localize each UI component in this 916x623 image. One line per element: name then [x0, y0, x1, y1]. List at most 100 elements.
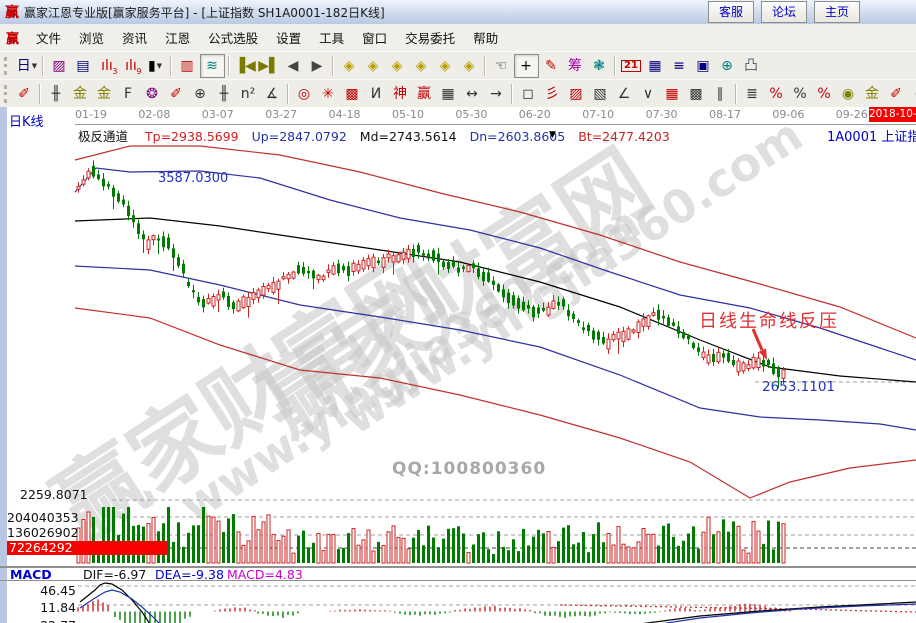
measure-brush-icon[interactable]: ✐ [165, 83, 188, 105]
diamond-h-compress-icon[interactable]: ◈ [410, 55, 433, 77]
menu-item-浏览[interactable]: 浏览 [70, 25, 113, 50]
toolbar-group: ◻彡▨▧∠∨▦▩∥ [516, 83, 732, 105]
golden-price-icon[interactable]: 金 [93, 83, 116, 105]
toolbar-separator [287, 84, 289, 104]
macd-axis-label-3: -22.77 [34, 618, 76, 623]
mirror-angle-icon[interactable]: ∡ [261, 83, 284, 105]
ying-tool-icon[interactable]: 赢 [413, 83, 436, 105]
draw-pin-icon[interactable]: ✎ [540, 55, 563, 77]
memo-icon[interactable]: ≡ [668, 55, 691, 77]
prev-page-icon[interactable]: ◀ [282, 55, 305, 77]
period-day-icon[interactable]: 日▼ [16, 55, 39, 77]
gann-square9-icon[interactable]: ▩ [341, 83, 364, 105]
grid-fine-dark-icon[interactable]: ▩ [685, 83, 708, 105]
diamond-expand-icon[interactable]: ◈ [458, 55, 481, 77]
gann-target-icon[interactable]: ◎ [293, 83, 316, 105]
color-trend-icon[interactable]: ≋ [200, 54, 225, 78]
wave-icon[interactable]: ∿ [909, 83, 916, 105]
online-data-icon[interactable]: ⊕ [716, 55, 739, 77]
menu-item-窗口[interactable]: 窗口 [353, 25, 396, 50]
calendar-icon[interactable]: 21 [620, 55, 643, 77]
diamond-left-icon[interactable]: ◈ [338, 55, 361, 77]
menu-item-文件[interactable]: 文件 [27, 25, 70, 50]
date-tick-05-10: 05-10 [392, 108, 424, 121]
menu-item-设置[interactable]: 设置 [267, 25, 310, 50]
save-icon[interactable]: ▣ [692, 55, 715, 77]
first-page-icon[interactable]: ▐◀ [234, 55, 257, 77]
ladder-stats-icon[interactable]: ≣ [741, 83, 764, 105]
date-tick-02-08: 02-08 [138, 108, 170, 121]
fan-lines-icon[interactable]: 彡 [541, 83, 564, 105]
toolbar-group: ▐◀▶▌◀▶ [233, 55, 329, 77]
hand-pan-icon[interactable]: ☜ [490, 55, 513, 77]
bars-9-icon[interactable]: ılı9 [120, 55, 143, 77]
percent-icon[interactable]: % [789, 83, 812, 105]
chip-distribution-icon[interactable]: 筹 [564, 55, 587, 77]
n-square-icon[interactable]: n² [237, 83, 260, 105]
candle-style-icon[interactable]: ▮▼ [144, 55, 167, 77]
customer-service-button[interactable]: 客服 [708, 1, 754, 23]
bars-3-icon[interactable]: ılı3 [96, 55, 119, 77]
spiral-icon[interactable]: ❂ [141, 83, 164, 105]
grid-123-icon[interactable]: ▦ [437, 83, 460, 105]
h-span-icon[interactable]: ↔ [461, 83, 484, 105]
percent-line-icon[interactable]: % [813, 83, 836, 105]
last-page-icon[interactable]: ▶▌ [258, 55, 281, 77]
toolbar-group: ◈◈◈◈◈◈ [337, 55, 481, 77]
time-cycle-icon[interactable]: ⊕ [189, 83, 212, 105]
print-icon[interactable]: 凸 [740, 55, 763, 77]
box-adjust-icon[interactable]: ◻ [517, 83, 540, 105]
draw-pencil-icon[interactable]: ✐ [13, 83, 36, 105]
tick-ruler-icon[interactable]: ╫ [213, 83, 236, 105]
shen-tool-icon[interactable]: 神 [389, 83, 412, 105]
similar-kline-icon[interactable]: ❃ [588, 55, 611, 77]
date-tick-09-26: 09-26 [836, 108, 868, 121]
toolbar-separator [511, 84, 513, 104]
menu-item-江恩[interactable]: 江恩 [156, 25, 199, 50]
menu-item-资讯[interactable]: 资讯 [113, 25, 156, 50]
gann-wheel-icon[interactable]: ✳ [317, 83, 340, 105]
main-toolbar: 日▼▨▤ılı3ılı9▮▼▥≋▐◀▶▌◀▶◈◈◈◈◈◈☜+✎筹❃21▦≡▣⊕凸 [0, 51, 916, 81]
mark-flag-icon[interactable]: ✐ [885, 83, 908, 105]
toolbar-separator [39, 84, 41, 104]
grid-fine-red-icon[interactable]: ▦ [661, 83, 684, 105]
parallel-lines-icon[interactable]: ∥ [709, 83, 732, 105]
snap-right-icon[interactable]: → [485, 83, 508, 105]
fibonacci-f-icon[interactable]: F [117, 83, 140, 105]
golden-split-icon[interactable]: 金 [69, 83, 92, 105]
date-tick-01-19: 01-19 [75, 108, 107, 121]
menu-item-工具[interactable]: 工具 [310, 25, 353, 50]
macd-title[interactable]: MACD [10, 567, 52, 582]
current-volume-badge: 72264292 [7, 541, 168, 555]
next-page-icon[interactable]: ▶ [306, 55, 329, 77]
diamond-compress-icon[interactable]: ◈ [434, 55, 457, 77]
kline-mark-icon[interactable]: И [365, 83, 388, 105]
price-scale-icon[interactable]: ╫ [45, 83, 68, 105]
gann-box-dark-icon[interactable]: ▧ [589, 83, 612, 105]
diamond-h-expand-icon[interactable]: ◈ [386, 55, 409, 77]
zigzag-icon[interactable]: ∨ [637, 83, 660, 105]
forum-button[interactable]: 论坛 [761, 1, 807, 23]
crosshair-icon[interactable]: + [514, 54, 539, 78]
period-label: 日K线 [9, 111, 44, 130]
trend-rays-icon[interactable]: ∠ [613, 83, 636, 105]
app-window: 赢 赢家江恩专业版[赢家服务平台] - [上证指数 SH1A0001-182日K… [0, 0, 916, 623]
f10-info-icon[interactable]: ▤ [72, 55, 95, 77]
percent-fluct-icon[interactable]: % [765, 83, 788, 105]
calculator-icon[interactable]: ▦ [644, 55, 667, 77]
overlay-chart-icon[interactable]: ▨ [48, 55, 71, 77]
menu-item-公式选股[interactable]: 公式选股 [199, 25, 267, 50]
compress-kline-icon[interactable]: ▥ [176, 55, 199, 77]
toolbar-grip[interactable] [4, 57, 10, 75]
homepage-button[interactable]: 主页 [814, 1, 860, 23]
gann-box-red-icon[interactable]: ▨ [565, 83, 588, 105]
menu-item-帮助[interactable]: 帮助 [464, 25, 507, 50]
toolbar-separator [42, 56, 44, 76]
golden-lines-icon[interactable]: 金 [861, 83, 884, 105]
date-tick-03-27: 03-27 [265, 108, 297, 121]
toolbar-grip[interactable] [4, 85, 7, 103]
toolbar-separator [332, 56, 334, 76]
menu-item-交易委托[interactable]: 交易委托 [396, 25, 464, 50]
golden-circle-icon[interactable]: ◉ [837, 83, 860, 105]
diamond-right-icon[interactable]: ◈ [362, 55, 385, 77]
